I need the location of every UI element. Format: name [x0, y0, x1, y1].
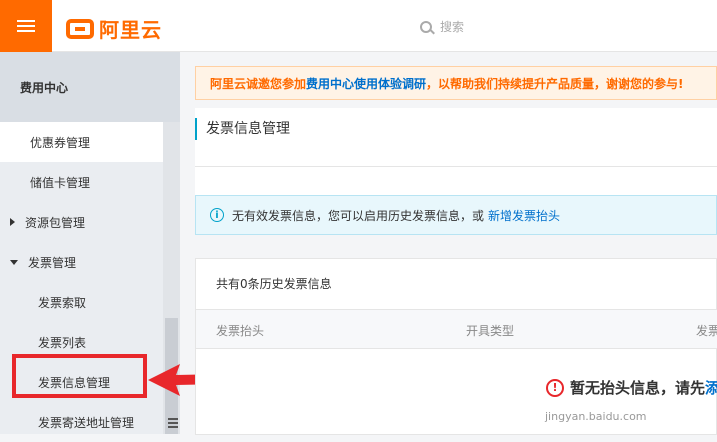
caret-down-icon — [10, 259, 18, 265]
watermark: jingyan.baidu.com — [545, 410, 647, 423]
sidebar-item-coupons[interactable]: 优惠券管理 — [0, 122, 163, 162]
notice-text: 无有效发票信息，您可以启用历史发票信息，或 — [232, 208, 485, 223]
empty-text: 暂无抬头信息，请先 — [570, 379, 706, 397]
records-count: 共有0条历史发票信息 — [216, 277, 332, 291]
logo-text: 阿里云 — [99, 18, 162, 42]
menu-icon — [17, 17, 35, 35]
aliyun-logo-icon — [66, 18, 94, 39]
empty-state: ! 暂无抬头信息，请先 添 — [546, 377, 717, 398]
column-header-type: 开具类型 — [466, 324, 515, 338]
sidebar-item-label: 发票列表 — [38, 335, 87, 350]
top-bar: 阿里云 搜索 — [0, 0, 717, 52]
hamburger-menu-button[interactable] — [0, 0, 52, 52]
sidebar-item-label: 资源包管理 — [25, 215, 86, 230]
info-notice: i 无有效发票信息，您可以启用历史发票信息，或 新增发票抬头 — [195, 195, 717, 235]
table-header: 发票抬头 开具类型 发票 — [196, 309, 717, 349]
survey-link[interactable]: 费用中心使用体验调研 — [306, 75, 426, 92]
page-title: 发票信息管理 — [195, 118, 290, 140]
search-icon — [420, 20, 432, 33]
sidebar-item-label: 储值卡管理 — [30, 175, 91, 190]
sidebar-item-label: 发票索取 — [38, 295, 87, 310]
warning-icon: ! — [546, 378, 564, 397]
add-link[interactable]: 添 — [705, 377, 717, 398]
add-invoice-title-link[interactable]: 新增发票抬头 — [488, 207, 560, 224]
banner-suffix: ，以帮助我们持续提升产品质量，谢谢您的参与! — [426, 76, 684, 91]
column-header-title: 发票抬头 — [216, 324, 265, 338]
collapse-sidebar-icon[interactable] — [168, 416, 178, 430]
search-box[interactable]: 搜索 — [420, 18, 464, 35]
caret-right-icon — [10, 218, 15, 226]
banner-prefix: 阿里云诚邀您参加 — [210, 76, 307, 91]
sidebar-item-label: 优惠券管理 — [30, 135, 91, 150]
divider — [195, 166, 717, 167]
sidebar-item-resource-packages[interactable]: 资源包管理 — [0, 202, 163, 242]
sidebar-item-label: 发票寄送地址管理 — [38, 415, 135, 430]
history-records-panel: 共有0条历史发票信息 发票抬头 开具类型 发票 ! 暂无抬头信息，请先 添 — [195, 258, 717, 435]
sidebar-item-stored-value-cards[interactable]: 储值卡管理 — [0, 162, 163, 202]
info-icon: i — [210, 208, 224, 222]
search-placeholder: 搜索 — [440, 20, 465, 34]
sidebar-item-label: 发票管理 — [28, 255, 77, 270]
annotation-highlight-box — [12, 354, 147, 398]
sidebar-title: 费用中心 — [0, 52, 180, 122]
survey-banner: 阿里云诚邀您参加 费用中心使用体验调研 ，以帮助我们持续提升产品质量，谢谢您的参… — [195, 66, 717, 100]
sidebar-item-invoice-address[interactable]: 发票寄送地址管理 — [0, 402, 163, 442]
main-content: 阿里云诚邀您参加 费用中心使用体验调研 ，以帮助我们持续提升产品质量，谢谢您的参… — [180, 52, 717, 435]
column-header-invoice: 发票 — [696, 324, 717, 338]
aliyun-logo[interactable]: 阿里云 — [66, 14, 162, 43]
sidebar-item-invoice-request[interactable]: 发票索取 — [0, 282, 163, 322]
sidebar-item-invoice-management[interactable]: 发票管理 — [0, 242, 163, 282]
